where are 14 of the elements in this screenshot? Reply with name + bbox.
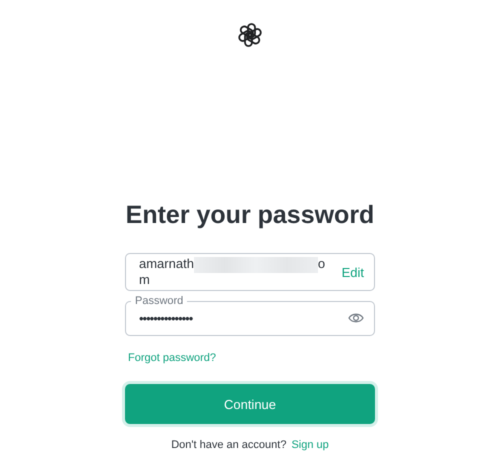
continue-button[interactable]: Continue: [125, 384, 375, 424]
password-field[interactable]: Password •••••••••••••••: [125, 295, 375, 336]
logo-icon: [237, 22, 263, 48]
password-value: •••••••••••••••: [139, 310, 194, 326]
signup-prompt: Don't have an account?: [171, 439, 286, 451]
page-title: Enter your password: [126, 201, 374, 230]
forgot-password-link[interactable]: Forgot password?: [125, 352, 216, 364]
email-text-wrap: m: [139, 273, 151, 287]
edit-link[interactable]: Edit: [342, 264, 364, 280]
email-text-end: o: [318, 257, 326, 271]
email-field[interactable]: amarnath o m Edit: [125, 253, 375, 291]
email-text-start: amarnath: [139, 257, 194, 271]
signup-link[interactable]: Sign up: [291, 439, 329, 451]
password-label: Password: [134, 295, 184, 307]
